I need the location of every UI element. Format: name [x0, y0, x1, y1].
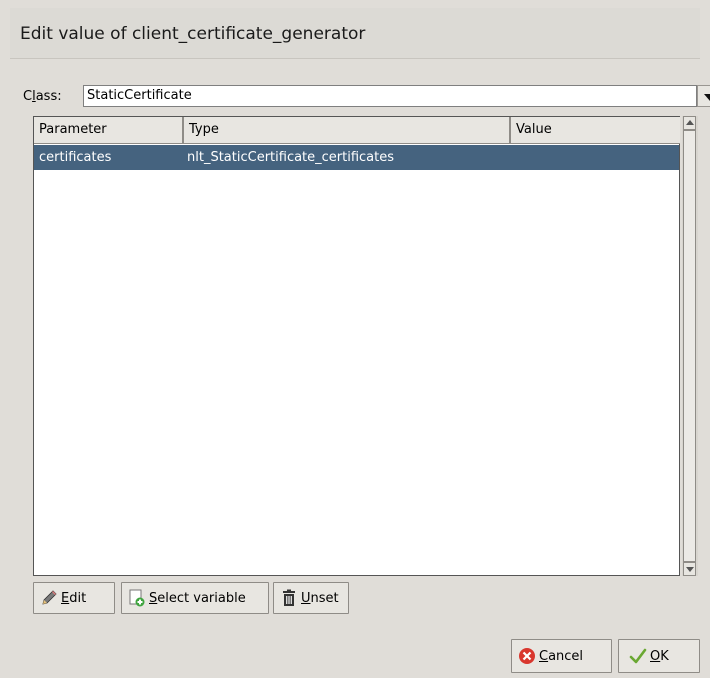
scroll-thumb[interactable]	[683, 130, 696, 562]
select-variable-label: Select variable	[149, 590, 246, 606]
trash-icon	[280, 589, 298, 607]
parameter-table: Parameter Type Value certificates nlt_St…	[33, 116, 680, 576]
unset-label: Unset	[301, 590, 339, 606]
select-variable-button[interactable]: Select variable	[121, 582, 269, 614]
add-variable-icon	[128, 589, 146, 607]
cancel-button[interactable]: Cancel	[511, 639, 612, 673]
chevron-down-icon	[704, 94, 710, 101]
class-dropdown-button[interactable]	[697, 85, 710, 107]
table-header: Parameter Type Value	[34, 117, 680, 144]
checkmark-icon	[629, 647, 647, 665]
column-header-value[interactable]: Value	[510, 117, 680, 144]
arrow-up-icon	[686, 120, 694, 125]
scroll-down-button[interactable]	[683, 562, 696, 576]
dialog-title: Edit value of client_certificate_generat…	[20, 24, 366, 44]
arrow-down-icon	[686, 567, 694, 572]
dialog-title-bar: Edit value of client_certificate_generat…	[10, 8, 700, 59]
edit-button[interactable]: Edit	[33, 582, 115, 614]
class-label: Class:	[23, 89, 62, 104]
vertical-scrollbar[interactable]	[682, 116, 698, 576]
cell-type: nlt_StaticCertificate_certificates	[187, 150, 395, 165]
column-header-type[interactable]: Type	[183, 117, 510, 144]
cancel-label: Cancel	[539, 648, 584, 664]
edit-label: Edit	[61, 590, 87, 606]
pencil-icon	[40, 589, 58, 607]
ok-label: OK	[650, 648, 669, 664]
ok-button[interactable]: OK	[618, 639, 700, 673]
cell-parameter: certificates	[39, 150, 112, 165]
scroll-up-button[interactable]	[683, 116, 696, 130]
table-row[interactable]: certificates nlt_StaticCertificate_certi…	[34, 145, 679, 170]
cancel-icon	[518, 647, 536, 665]
unset-button[interactable]: Unset	[273, 582, 349, 614]
class-combo-value[interactable]: StaticCertificate	[83, 85, 697, 107]
column-header-parameter[interactable]: Parameter	[34, 117, 183, 144]
